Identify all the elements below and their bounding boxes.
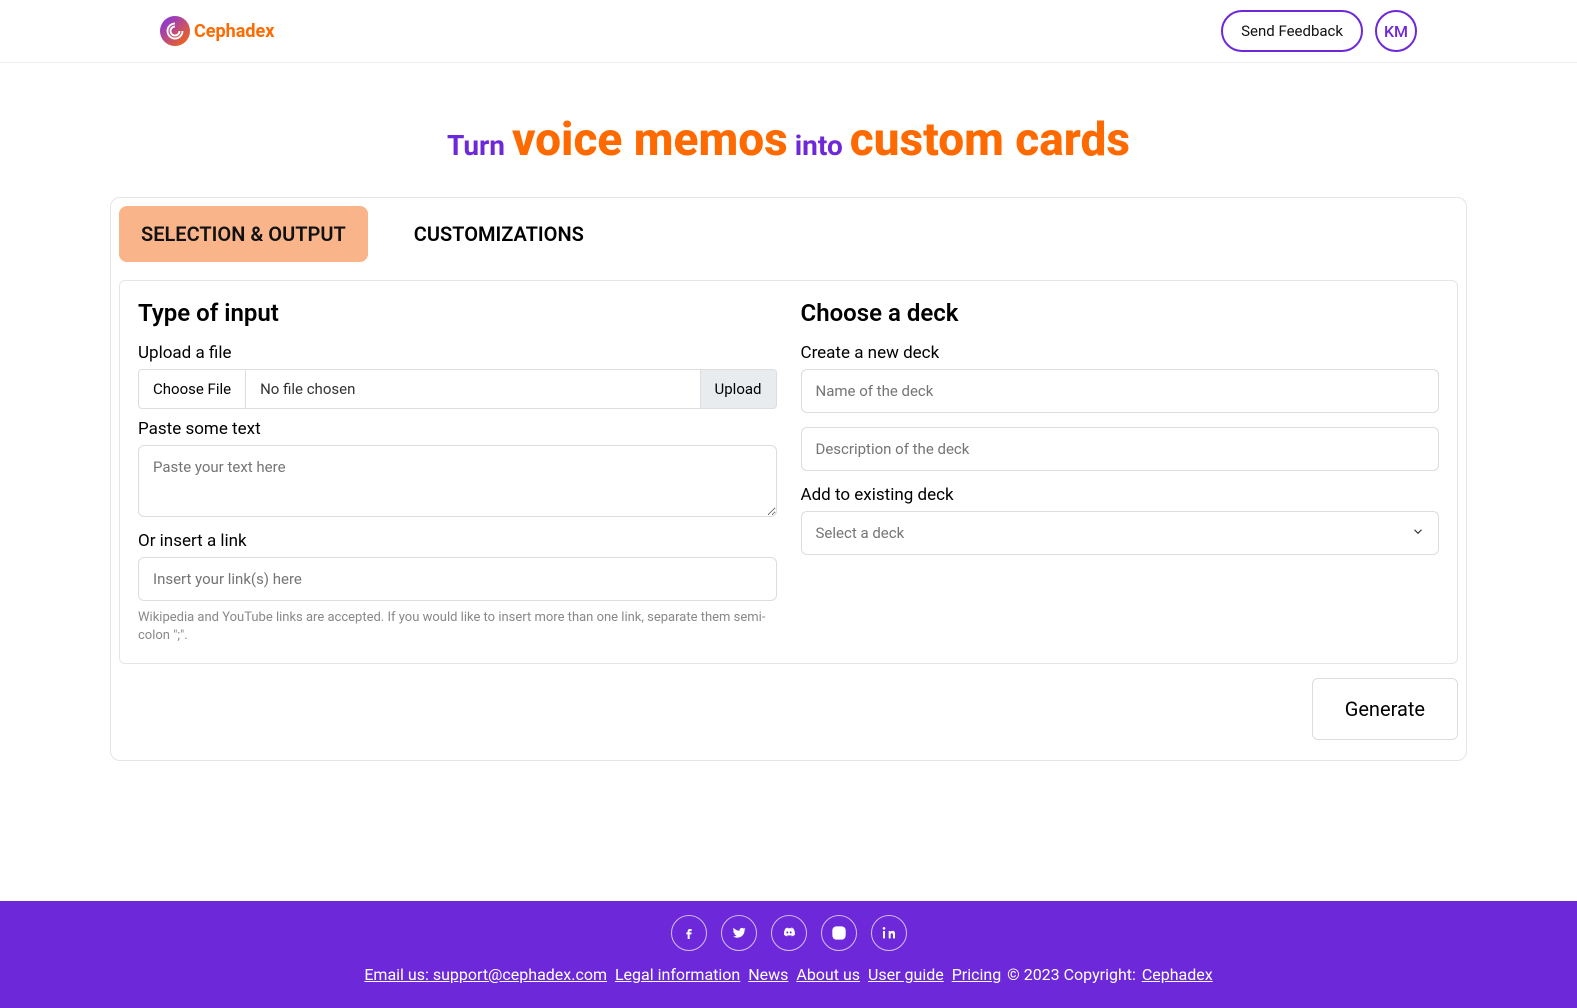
create-deck-label: Create a new deck [801, 343, 1440, 363]
link-input[interactable] [138, 557, 777, 601]
paste-textarea[interactable] [138, 445, 777, 517]
send-feedback-button[interactable]: Send Feedback [1221, 10, 1363, 52]
brand-logo[interactable]: Cephadex [160, 16, 274, 46]
tab-selection-output[interactable]: SELECTION & OUTPUT [119, 206, 368, 262]
deck-description-input[interactable] [801, 427, 1440, 471]
upload-file-label: Upload a file [138, 343, 777, 363]
deck-name-input[interactable] [801, 369, 1440, 413]
header: Cephadex Send Feedback KM [0, 0, 1577, 63]
logo-swirl-icon [160, 16, 190, 46]
facebook-icon[interactable] [671, 915, 707, 951]
brand-name: Cephadex [194, 21, 274, 42]
twitter-icon[interactable] [721, 915, 757, 951]
choose-deck-title: Choose a deck [801, 299, 1440, 327]
hero-headline: Turn voice memos into custom cards [0, 113, 1577, 167]
main-card: SELECTION & OUTPUT CUSTOMIZATIONS Type o… [110, 197, 1467, 761]
discord-icon[interactable] [771, 915, 807, 951]
upload-button[interactable]: Upload [700, 370, 776, 408]
existing-deck-label: Add to existing deck [801, 485, 1440, 505]
linkedin-icon[interactable] [871, 915, 907, 951]
file-input-row: Choose File No file chosen Upload [138, 369, 777, 409]
footer-pricing-link[interactable]: Pricing [952, 965, 1002, 984]
tab-customizations[interactable]: CUSTOMIZATIONS [392, 206, 606, 262]
footer-copyright: © 2023 Copyright: [1007, 965, 1140, 984]
footer: Email us: support@cephadex.com Legal inf… [0, 901, 1577, 1008]
footer-news-link[interactable]: News [748, 965, 788, 984]
link-label: Or insert a link [138, 531, 777, 551]
input-type-section: Type of input Upload a file Choose File … [138, 299, 777, 645]
avatar[interactable]: KM [1375, 10, 1417, 52]
footer-about-link[interactable]: About us [796, 965, 860, 984]
footer-brand-link[interactable]: Cephadex [1142, 965, 1213, 984]
input-type-title: Type of input [138, 299, 777, 327]
generate-button[interactable]: Generate [1312, 678, 1458, 740]
footer-email-link[interactable]: Email us: support@cephadex.com [364, 965, 607, 984]
paste-text-label: Paste some text [138, 419, 777, 439]
file-status: No file chosen [246, 370, 699, 408]
link-hint: Wikipedia and YouTube links are accepted… [138, 609, 777, 645]
choose-file-button[interactable]: Choose File [139, 370, 246, 408]
footer-guide-link[interactable]: User guide [868, 965, 944, 984]
choose-deck-section: Choose a deck Create a new deck Add to e… [801, 299, 1440, 645]
footer-legal-link[interactable]: Legal information [615, 965, 740, 984]
chevron-down-icon [1411, 524, 1425, 543]
instagram-icon[interactable] [821, 915, 857, 951]
existing-deck-select[interactable] [801, 511, 1440, 555]
